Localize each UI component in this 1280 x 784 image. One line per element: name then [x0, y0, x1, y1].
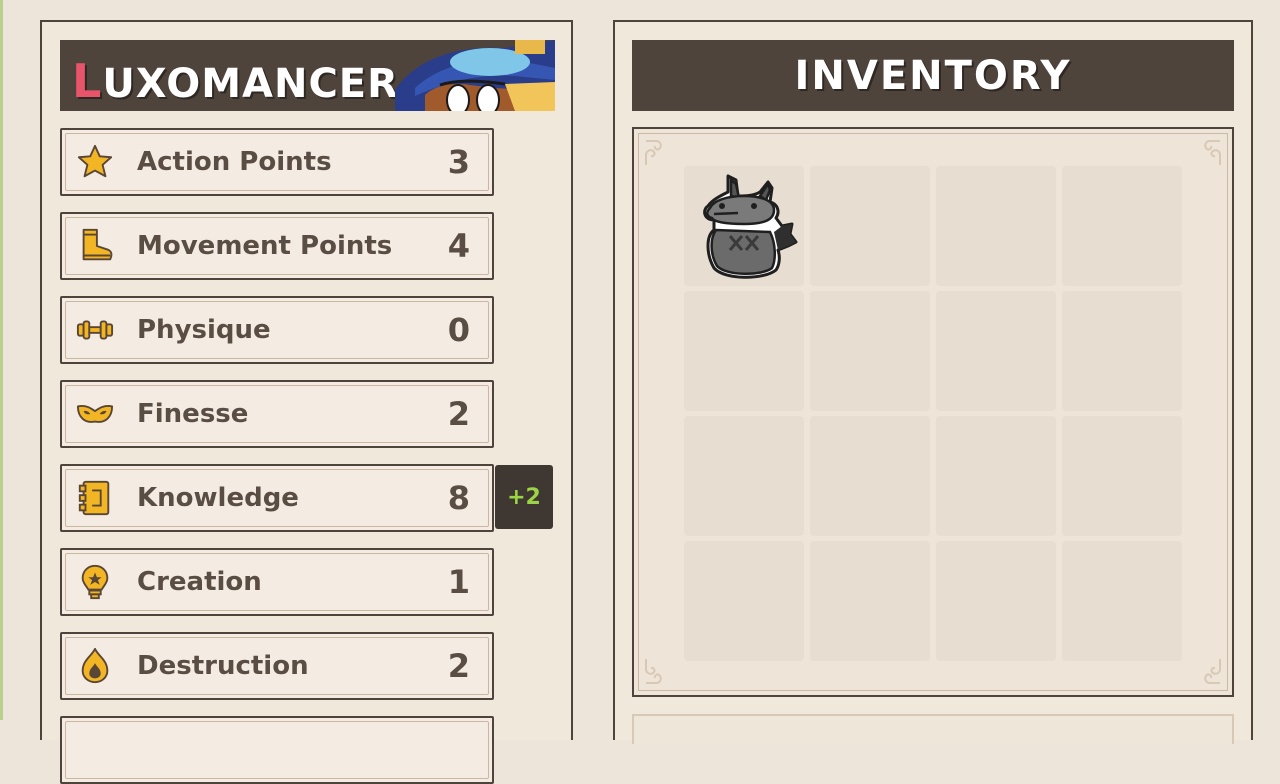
inventory-slot-9[interactable]: [684, 416, 804, 536]
corner-ornament-icon: [1204, 659, 1221, 684]
stat-row-finesse[interactable]: Finesse 2: [60, 380, 494, 448]
stat-row-destruction[interactable]: Destruction 2: [60, 632, 494, 700]
stat-label: Finesse: [137, 399, 249, 429]
stat-row-knowledge[interactable]: Knowledge 8: [60, 464, 494, 532]
lightbulb-icon: [81, 564, 109, 600]
stat-row-partial[interactable]: [60, 716, 494, 784]
stat-label: Movement Points: [137, 231, 393, 261]
book-icon: [78, 480, 110, 516]
inventory-slot-8[interactable]: [1062, 291, 1182, 411]
star-icon: [77, 144, 113, 178]
inventory-slot-10[interactable]: [810, 416, 930, 536]
stat-row-creation[interactable]: Creation 1: [60, 548, 494, 616]
inventory-panel: INVENTORY: [613, 20, 1253, 744]
inventory-slot-1[interactable]: [684, 166, 804, 286]
inventory-frame: [632, 127, 1234, 697]
inventory-bottom-section: [632, 714, 1234, 744]
inventory-slot-13[interactable]: [684, 541, 804, 661]
inventory-slot-15[interactable]: [936, 541, 1056, 661]
corner-ornament-icon: [1204, 140, 1221, 165]
inventory-slot-7[interactable]: [936, 291, 1056, 411]
stat-row-physique[interactable]: Physique 0: [60, 296, 494, 364]
inventory-slot-2[interactable]: [810, 166, 930, 286]
stat-row-movement-points[interactable]: Movement Points 4: [60, 212, 494, 280]
stat-value: 1: [447, 563, 470, 601]
inventory-slot-16[interactable]: [1062, 541, 1182, 661]
stat-label: Knowledge: [137, 483, 299, 513]
character-name-banner: LUXOMANCER: [60, 40, 555, 111]
gargoyle-statue-icon[interactable]: [684, 166, 804, 286]
dumbbell-icon: [76, 320, 114, 340]
knowledge-bonus-badge: +2: [495, 465, 553, 529]
inventory-header: INVENTORY: [632, 40, 1234, 111]
character-panel: LUXOMANCER Action Points 3 Movement Poin…: [40, 20, 573, 784]
character-name-first-letter: L: [72, 54, 103, 108]
inventory-grid: [684, 166, 1184, 661]
inventory-slot-11[interactable]: [936, 416, 1056, 536]
character-name: LUXOMANCER: [72, 54, 399, 108]
stat-value: 3: [447, 143, 470, 181]
corner-ornament-icon: [645, 140, 662, 165]
stat-label: Action Points: [137, 147, 332, 177]
inventory-slot-6[interactable]: [810, 291, 930, 411]
stat-label: Destruction: [137, 651, 309, 681]
inventory-slot-4[interactable]: [1062, 166, 1182, 286]
inventory-slot-3[interactable]: [936, 166, 1056, 286]
inventory-slot-12[interactable]: [1062, 416, 1182, 536]
stat-value: 0: [447, 311, 470, 349]
inventory-slot-5[interactable]: [684, 291, 804, 411]
flame-icon: [81, 647, 109, 684]
screen-edge-line: [0, 0, 3, 720]
mask-icon: [76, 404, 114, 423]
stat-value: 2: [447, 395, 470, 433]
stat-row-action-points[interactable]: Action Points 3: [60, 128, 494, 196]
boot-icon: [82, 228, 113, 261]
stat-label: Physique: [137, 315, 271, 345]
stat-value: 8: [447, 479, 470, 517]
stat-value: 2: [447, 647, 470, 685]
character-portrait-icon: [395, 40, 555, 111]
corner-ornament-icon: [645, 659, 662, 684]
inventory-title: INVENTORY: [794, 52, 1072, 99]
inventory-slot-14[interactable]: [810, 541, 930, 661]
stat-value: 4: [447, 227, 470, 265]
stat-label: Creation: [137, 567, 262, 597]
character-name-rest: UXOMANCER: [102, 61, 399, 107]
